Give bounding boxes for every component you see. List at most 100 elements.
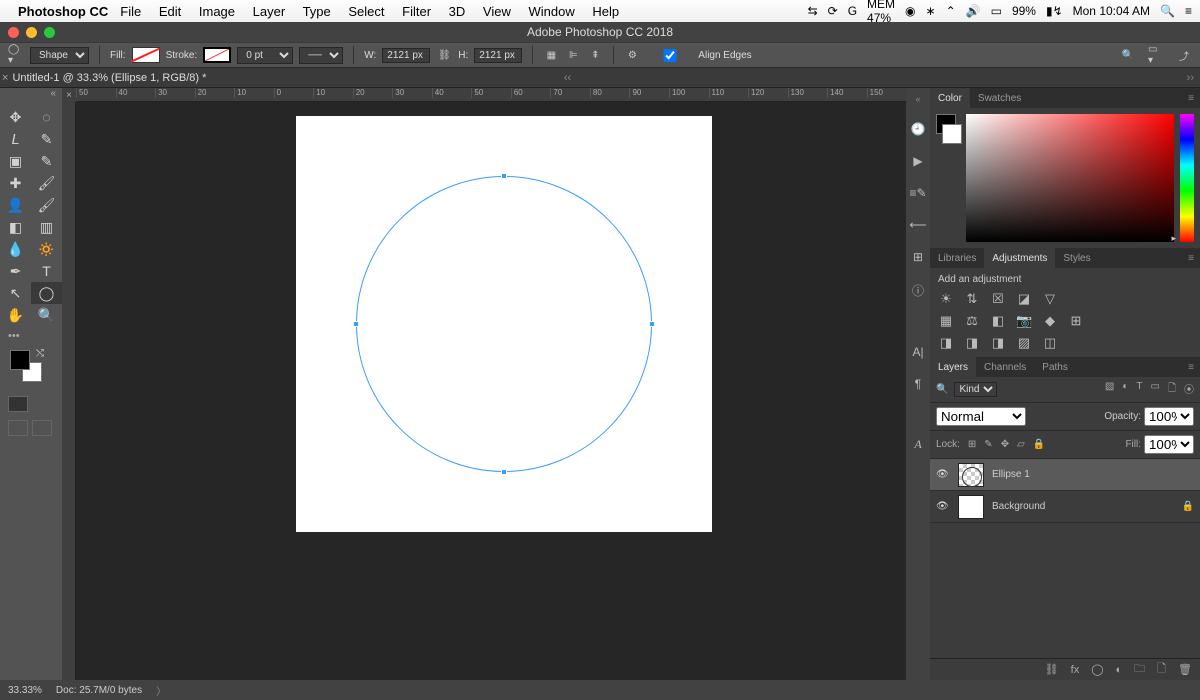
panel-collapse-left[interactable]: ‹‹ — [564, 72, 577, 84]
adj-photo-filter-icon[interactable]: 📷 — [1016, 313, 1032, 329]
character-icon[interactable]: A| — [912, 345, 923, 359]
clone-tool[interactable]: 👤 — [0, 194, 31, 216]
adj-balance-icon[interactable]: ⚖ — [964, 313, 980, 329]
eyedropper-tool[interactable]: ✎ — [31, 150, 62, 172]
menu-icon[interactable]: ≡ — [1185, 4, 1192, 18]
color-field[interactable]: ▸ — [966, 114, 1174, 242]
color-expand-icon[interactable]: ▸ — [1171, 233, 1176, 244]
layer-ellipse-1[interactable]: 👁 Ellipse 1 — [930, 459, 1200, 491]
filter-type-icon[interactable]: T — [1136, 381, 1142, 398]
delete-layer-icon[interactable]: 🗑 — [1178, 663, 1192, 676]
filter-smart-icon[interactable]: 🗋 — [1168, 381, 1176, 398]
adjustments-panel-menu-icon[interactable]: ≡ — [1180, 248, 1200, 268]
dock-collapse[interactable]: « — [915, 94, 920, 104]
filter-shape-icon[interactable]: ▭ — [1151, 381, 1160, 398]
color-bg-swatch[interactable] — [942, 124, 962, 144]
gear-icon[interactable]: ⚙ — [624, 47, 640, 63]
brushes-icon[interactable]: ≡✎ — [909, 186, 926, 200]
lock-position-icon[interactable]: ✥ — [1001, 439, 1009, 450]
path-align-icon[interactable]: ⊫ — [565, 47, 581, 63]
stroke-style-select[interactable]: ─── — [299, 47, 343, 64]
tab-swatches[interactable]: Swatches — [970, 88, 1029, 108]
adj-curves-icon[interactable]: ☒ — [990, 291, 1006, 307]
adjustment-layer-icon[interactable]: ◐ — [1116, 664, 1123, 676]
fill-swatch[interactable] — [132, 47, 160, 63]
spotlight-icon[interactable]: 🔍 — [1160, 4, 1175, 18]
adj-lookup-icon[interactable]: ⊞ — [1068, 313, 1084, 329]
panel-collapse-right[interactable]: ›› — [935, 72, 1200, 84]
battery-icon[interactable]: ▮↯ — [1046, 4, 1063, 18]
color-swatches[interactable]: ⤭ — [0, 346, 62, 392]
height-input[interactable] — [474, 48, 522, 63]
layers-panel-menu-icon[interactable]: ≡ — [1180, 357, 1200, 377]
fx-icon[interactable]: fx — [1071, 664, 1080, 676]
actions-icon[interactable]: ▶ — [913, 154, 922, 168]
adj-posterize-icon[interactable]: ◨ — [964, 335, 980, 351]
menu-3d[interactable]: 3D — [449, 4, 466, 19]
handle-top[interactable] — [501, 173, 507, 179]
workspace-icon[interactable]: ▭ ▾ — [1148, 47, 1164, 63]
path-ops-icon[interactable]: ▦ — [543, 47, 559, 63]
adj-invert-icon[interactable]: ◨ — [938, 335, 954, 351]
menu-help[interactable]: Help — [592, 4, 619, 19]
canvas-area[interactable]: × 50403020100102030405060708090100110120… — [62, 88, 906, 680]
glyphs-icon[interactable]: A — [914, 437, 921, 452]
adj-brightness-icon[interactable]: ☀ — [938, 291, 954, 307]
pen-tool[interactable]: ✒ — [0, 260, 31, 282]
app-name[interactable]: Photoshop CC — [18, 4, 108, 19]
layer-name[interactable]: Background — [992, 501, 1045, 512]
menu-view[interactable]: View — [483, 4, 511, 19]
menu-image[interactable]: Image — [199, 4, 235, 19]
tab-layers[interactable]: Layers — [930, 357, 976, 377]
menu-file[interactable]: File — [120, 4, 141, 19]
hand-tool[interactable]: ✋ — [0, 304, 31, 326]
close-window[interactable] — [8, 27, 19, 38]
hue-slider[interactable] — [1180, 114, 1194, 242]
menu-type[interactable]: Type — [303, 4, 331, 19]
filter-pixel-icon[interactable]: ▧ — [1105, 381, 1114, 398]
menu-edit[interactable]: Edit — [159, 4, 181, 19]
filter-kind-icon[interactable]: 🔍 — [936, 384, 948, 395]
lock-all-icon[interactable]: 🔒 — [1033, 439, 1045, 450]
lock-artboard-icon[interactable]: ▱ — [1017, 439, 1025, 450]
doc-info[interactable]: Doc: 25.7M/0 bytes — [56, 685, 142, 696]
tab-color[interactable]: Color — [930, 88, 970, 108]
foreground-color[interactable] — [10, 350, 30, 370]
document-canvas[interactable] — [296, 116, 712, 532]
menu-layer[interactable]: Layer — [253, 4, 286, 19]
adj-hue-icon[interactable]: ▦ — [938, 313, 954, 329]
link-wh-icon[interactable]: ⛓ — [436, 47, 452, 63]
ruler-vertical[interactable] — [62, 102, 76, 680]
crop-tool[interactable]: ▣ — [0, 150, 31, 172]
layer-name[interactable]: Ellipse 1 — [992, 469, 1030, 480]
link-layers-icon[interactable]: ⛓ — [1045, 663, 1059, 676]
lock-transparency-icon[interactable]: ⊞ — [968, 439, 976, 450]
screen-mode-1[interactable] — [8, 420, 28, 436]
tab-paths[interactable]: Paths — [1034, 357, 1076, 377]
logitech-icon[interactable]: G — [848, 4, 857, 18]
clock[interactable]: Mon 10:04 AM — [1073, 4, 1150, 18]
menu-select[interactable]: Select — [348, 4, 384, 19]
mask-icon[interactable]: ◯ — [1091, 663, 1103, 676]
shape-tool-icon[interactable]: ◯ ▾ — [8, 47, 24, 63]
path-arrange-icon[interactable]: ⇞ — [587, 47, 603, 63]
tab-channels[interactable]: Channels — [976, 357, 1034, 377]
dodge-tool[interactable]: 🔅 — [31, 238, 62, 260]
width-input[interactable] — [382, 48, 430, 63]
stroke-swatch[interactable] — [203, 47, 231, 63]
screen-mode-2[interactable] — [32, 420, 52, 436]
move-tool[interactable]: ✥ — [0, 106, 31, 128]
ruler-corner[interactable]: × — [62, 88, 76, 102]
marquee-tool[interactable]: ◌ — [31, 106, 62, 128]
clone-source-icon[interactable]: ⊞ — [913, 250, 923, 264]
layer-background[interactable]: 👁 Background 🔒 — [930, 491, 1200, 523]
blur-tool[interactable]: 💧 — [0, 238, 31, 260]
menu-filter[interactable]: Filter — [402, 4, 431, 19]
group-icon[interactable]: 🗀 — [1134, 660, 1145, 679]
sync-icon[interactable]: ⟳ — [828, 4, 838, 18]
adj-exposure-icon[interactable]: ◪ — [1016, 291, 1032, 307]
filter-toggle-icon[interactable]: ⦿ — [1184, 381, 1194, 398]
fill-select[interactable]: 100% — [1144, 435, 1194, 454]
battery-percent[interactable]: 99% — [1012, 4, 1036, 18]
eraser-tool[interactable]: ◧ — [0, 216, 31, 238]
